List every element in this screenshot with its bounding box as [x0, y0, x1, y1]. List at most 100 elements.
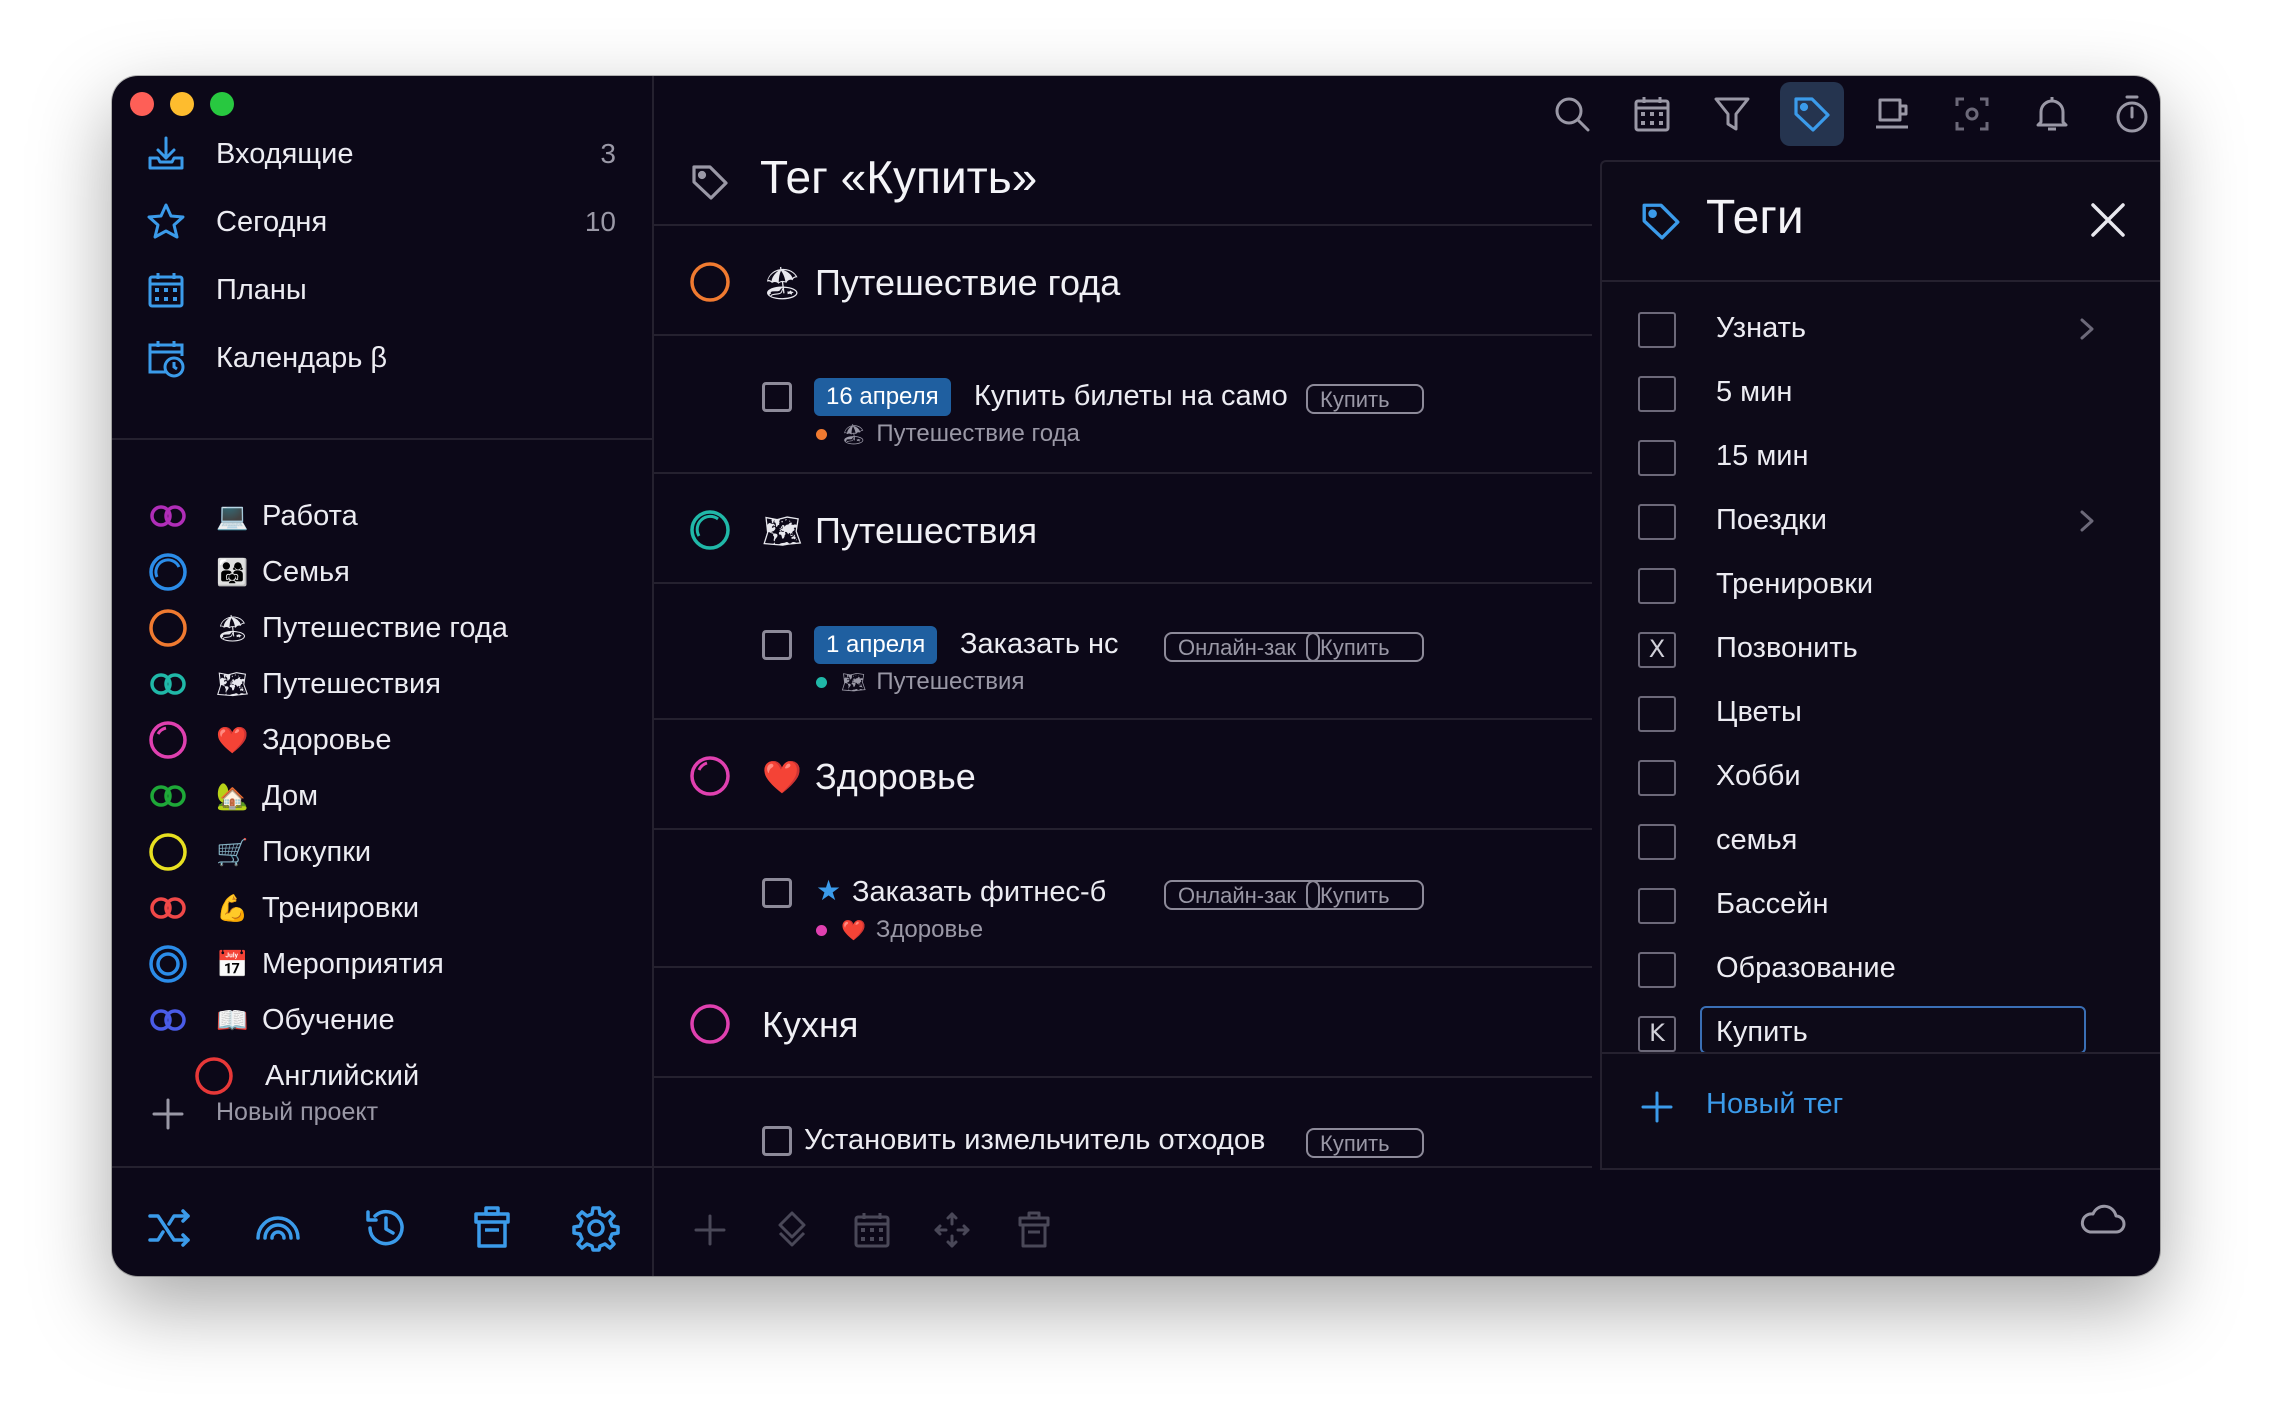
project-item-events[interactable]: 📅 Мероприятия [112, 936, 652, 992]
notifications-button[interactable] [2020, 82, 2084, 146]
tag-pill[interactable]: Купить [1306, 632, 1424, 662]
shuffle-icon[interactable] [146, 1204, 194, 1252]
tag-item[interactable]: Образование [1602, 936, 2160, 1000]
sidebar-item-inbox[interactable]: Входящие 3 [112, 120, 652, 188]
new-tag-button[interactable]: Новый тег [1602, 1082, 2160, 1142]
tag-item[interactable]: 15 мин [1602, 424, 2160, 488]
task-checkbox[interactable] [762, 382, 792, 412]
project-label: Дом [262, 779, 319, 812]
gear-icon[interactable] [572, 1204, 620, 1252]
task-project: 🗺 Путешествия [816, 668, 1024, 696]
tag-item[interactable]: Цветы [1602, 680, 2160, 744]
schedule-icon[interactable] [852, 1210, 892, 1250]
tag-checkbox[interactable] [1638, 504, 1676, 540]
project-emoji: 🗺 [216, 668, 250, 699]
tag-item[interactable]: Узнать [1602, 296, 2160, 360]
tag-pill[interactable]: Купить [1306, 880, 1424, 910]
project-group-header[interactable]: 🗺 Путешествия [652, 490, 1592, 570]
divider [652, 718, 1592, 720]
task-row[interactable]: Установить измельчитель отходов Купить [652, 1100, 1592, 1166]
project-folder-icon [150, 1009, 186, 1031]
sidebar-item-calendar[interactable]: Календарь β [112, 324, 652, 392]
tag-checkbox[interactable] [1638, 312, 1676, 348]
tag-pill[interactable]: Онлайн-зак [1164, 632, 1320, 662]
project-item-training[interactable]: 💪 Тренировки [112, 880, 652, 936]
tag-checkbox[interactable]: X [1638, 632, 1676, 668]
sidebar-item-count: 10 [584, 206, 616, 237]
project-item-shopping[interactable]: 🛒 Покупки [112, 824, 652, 880]
task-row[interactable]: 16 апреля Купить билеты на само Купить 🏖… [652, 356, 1592, 450]
tag-item[interactable]: X Позвонить [1602, 616, 2160, 680]
tag-checkbox[interactable]: K [1638, 1016, 1676, 1052]
task-checkbox[interactable] [762, 630, 792, 660]
trash-icon[interactable] [468, 1204, 516, 1252]
tag-checkbox[interactable] [1638, 888, 1676, 924]
due-date-badge: 1 апреля [814, 626, 938, 664]
project-item-health[interactable]: ❤️ Здоровье [112, 712, 652, 768]
project-emoji: 📖 [216, 1004, 249, 1035]
project-item-trip-year[interactable]: 🏖 Путешествие года [112, 600, 652, 656]
rainbow-icon[interactable] [254, 1204, 302, 1252]
project-emoji: 💻 [216, 500, 249, 531]
cloud-sync-icon[interactable] [2078, 1200, 2126, 1240]
chevron-right-icon[interactable] [2076, 508, 2098, 534]
tag-checkbox[interactable] [1638, 824, 1676, 860]
project-item-learning[interactable]: 📖 Обучение [112, 992, 652, 1048]
tag-pill[interactable]: Онлайн-зак [1164, 880, 1320, 910]
project-label: Покупки [262, 835, 372, 868]
divider [652, 828, 1592, 830]
tag-checkbox[interactable] [1638, 952, 1676, 988]
task-checkbox[interactable] [762, 878, 792, 908]
chevron-right-icon[interactable] [2076, 316, 2098, 342]
tag-checkbox[interactable] [1638, 568, 1676, 604]
timer-button[interactable] [2100, 82, 2160, 146]
calendar-button[interactable] [1620, 82, 1684, 146]
task-list-pane: Тег «Купить» 🏖 Путешествие года 16 апрел… [652, 76, 1592, 1276]
tag-item-selected[interactable]: K Купить [1602, 1000, 2160, 1064]
history-icon[interactable] [362, 1204, 410, 1252]
tag-item[interactable]: Бассейн [1602, 872, 2160, 936]
sidebar-item-plans[interactable]: Планы [112, 256, 652, 324]
project-item-home[interactable]: 🏡 Дом [112, 768, 652, 824]
focus-button[interactable] [1940, 82, 2004, 146]
project-progress-icon [690, 756, 730, 796]
tag-pill[interactable]: Купить [1306, 1128, 1424, 1158]
project-item-travel[interactable]: 🗺 Путешествия [112, 656, 652, 712]
close-icon[interactable] [2088, 200, 2128, 240]
sidebar-item-today[interactable]: Сегодня 10 [112, 188, 652, 256]
project-group-header[interactable]: ❤️ Здоровье [652, 736, 1592, 816]
tag-item[interactable]: Тренировки [1602, 552, 2160, 616]
trash-icon[interactable] [1014, 1210, 1054, 1250]
sidebar-divider [112, 438, 652, 440]
tag-item[interactable]: семья [1602, 808, 2160, 872]
project-item-family[interactable]: 👨‍👩‍👧 Семья [112, 544, 652, 600]
minimize-window-button[interactable] [170, 92, 194, 116]
tag-checkbox[interactable] [1638, 440, 1676, 476]
project-group-header[interactable]: 🏖 Путешествие года [652, 242, 1592, 322]
task-row[interactable]: 1 апреля Заказать нс Онлайн-зак Купить 🗺… [652, 604, 1592, 698]
tags-button[interactable] [1780, 82, 1844, 146]
project-label: Работа [262, 499, 358, 532]
break-button[interactable] [1860, 82, 1924, 146]
project-group-header[interactable]: Кухня [652, 984, 1592, 1064]
tag-checkbox[interactable] [1638, 696, 1676, 732]
add-task-icon[interactable] [690, 1210, 730, 1250]
tag-item[interactable]: 5 мин [1602, 360, 2160, 424]
tag-item[interactable]: Хобби [1602, 744, 2160, 808]
priority-icon[interactable] [772, 1210, 812, 1250]
tag-checkbox[interactable] [1638, 376, 1676, 412]
move-icon[interactable] [932, 1210, 972, 1250]
new-project-button[interactable]: Новый проект [112, 1086, 652, 1142]
tag-checkbox[interactable] [1638, 760, 1676, 796]
filter-button[interactable] [1700, 82, 1764, 146]
star-icon [147, 203, 185, 239]
task-checkbox[interactable] [762, 1126, 792, 1156]
close-window-button[interactable] [130, 92, 154, 116]
project-item-work[interactable]: 💻 Работа [112, 488, 652, 544]
task-row[interactable]: ★ Заказать фитнес-б Онлайн-зак Купить ❤️… [652, 852, 1592, 946]
zoom-window-button[interactable] [210, 92, 234, 116]
tag-item[interactable]: Поездки [1602, 488, 2160, 552]
sidebar-footer [112, 1166, 652, 1276]
tag-icon [692, 165, 728, 200]
tag-pill[interactable]: Купить [1306, 384, 1424, 414]
